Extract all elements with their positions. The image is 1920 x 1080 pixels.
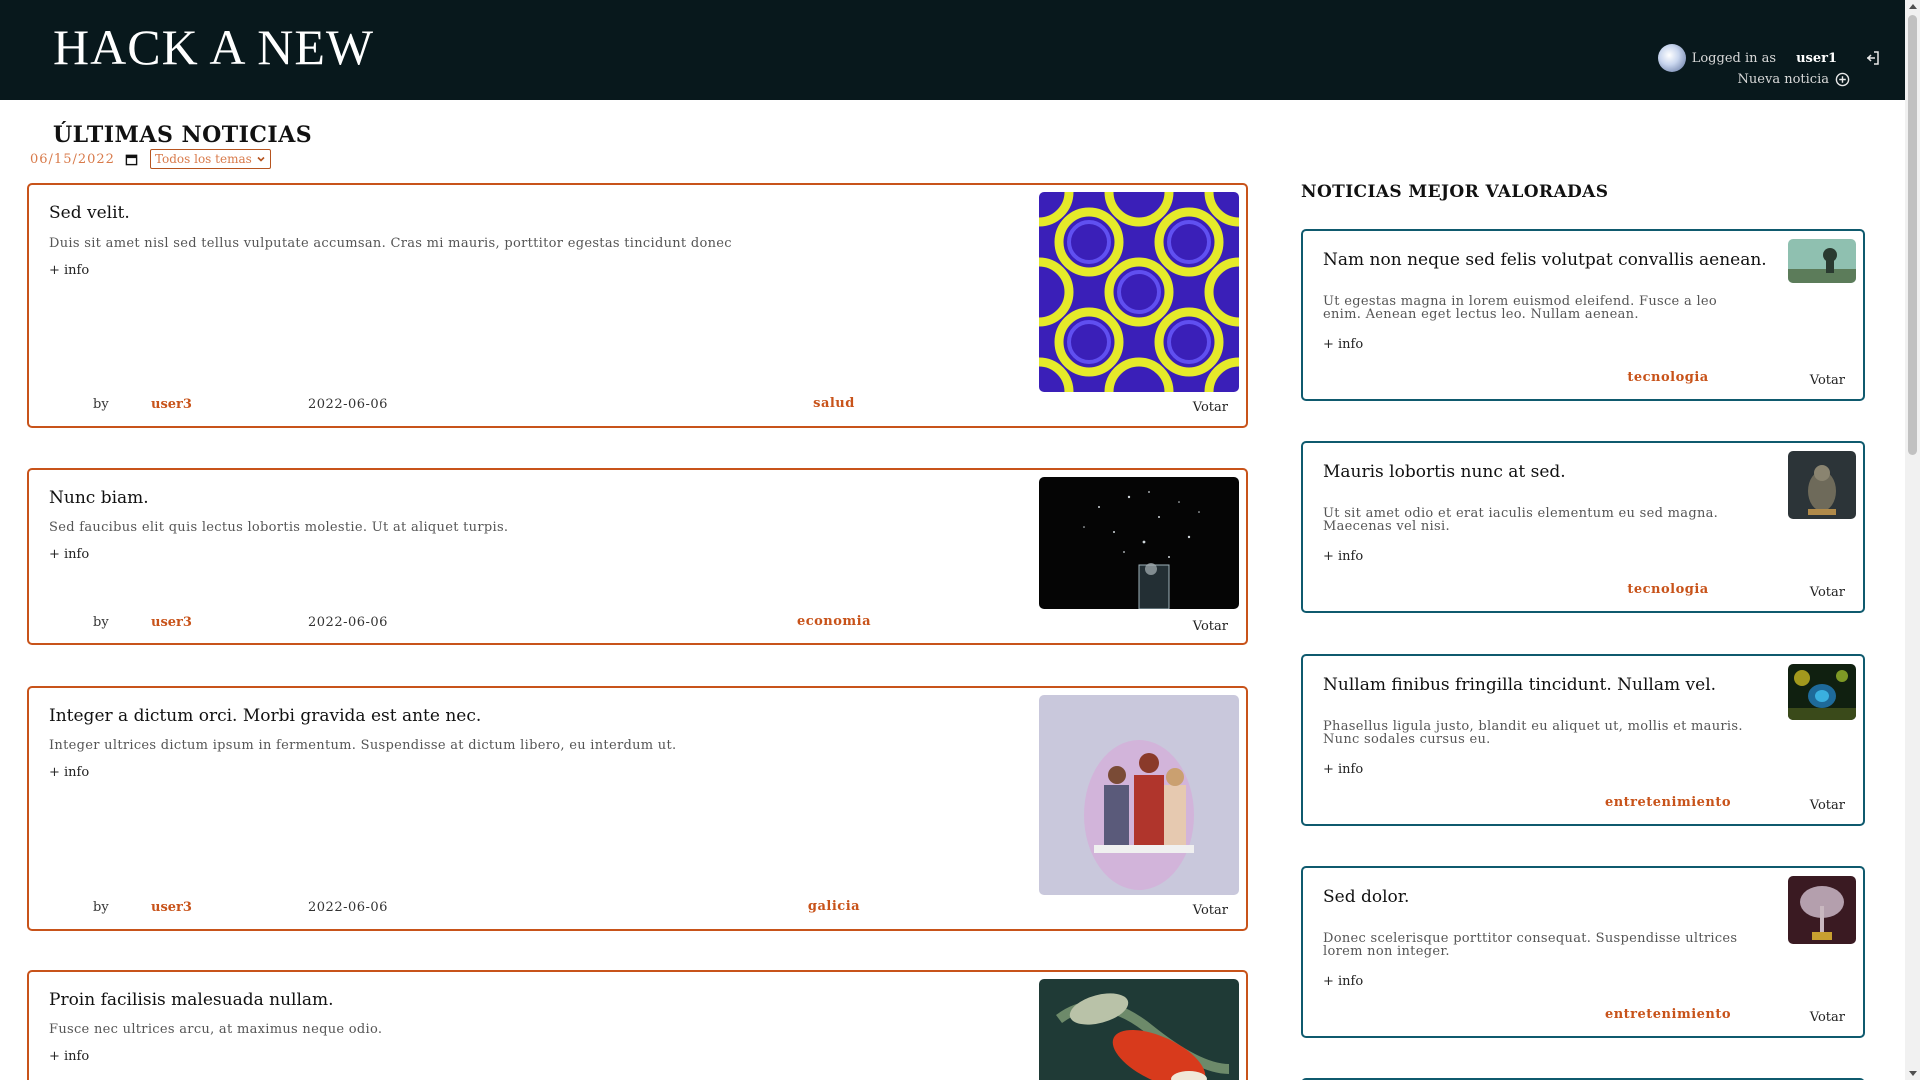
page-scrollbar[interactable] <box>1905 0 1920 1080</box>
user-info: Logged in as user1 <box>1657 44 1881 72</box>
news-topic[interactable]: salud <box>754 396 914 411</box>
vote-button[interactable]: Votar <box>1193 903 1228 918</box>
add-circle-icon <box>1835 72 1850 87</box>
site-logo[interactable]: HACK A NEW <box>53 18 374 76</box>
scrollbar-thumb[interactable] <box>1908 15 1917 455</box>
scroll-down-arrow[interactable] <box>1909 1071 1917 1076</box>
more-info-link[interactable]: + info <box>49 263 89 278</box>
more-info-link[interactable]: + info <box>1323 549 1363 564</box>
news-date: 2022-06-06 <box>308 900 388 915</box>
chevron-down-icon <box>257 156 265 162</box>
author-link[interactable]: user3 <box>151 397 192 412</box>
news-description: Duis sit amet nisl sed tellus vulputate … <box>49 236 732 251</box>
news-topic[interactable]: economia <box>754 614 914 629</box>
top-news-topic[interactable]: entretenimiento <box>1568 1007 1768 1022</box>
top-news-title[interactable]: Sed dolor. <box>1323 887 1409 907</box>
vote-button[interactable]: Votar <box>1810 373 1845 388</box>
vote-button[interactable]: Votar <box>1193 400 1228 415</box>
topic-filter-select[interactable]: Todos los temas <box>149 149 271 169</box>
news-date: 2022-06-06 <box>308 615 388 630</box>
news-title[interactable]: Nunc biam. <box>49 488 149 508</box>
top-news-description: Ut sit amet odio et erat iaculis element… <box>1323 506 1719 534</box>
date-filter-input[interactable]: 06/15/2022 <box>30 152 115 167</box>
author-prefix: by <box>93 397 109 412</box>
more-info-link[interactable]: + info <box>1323 974 1363 989</box>
top-news-topic[interactable]: tecnologia <box>1568 370 1768 385</box>
calendar-icon[interactable] <box>125 153 138 166</box>
news-card: Sed velit. Duis sit amet nisl sed tellus… <box>27 183 1248 428</box>
more-info-link[interactable]: + info <box>49 1049 89 1064</box>
new-news-link[interactable]: Nueva noticia <box>1738 72 1850 87</box>
author-link[interactable]: user3 <box>151 615 192 630</box>
top-news-card: Nam non neque sed felis volutpat convall… <box>1301 229 1865 401</box>
logout-icon[interactable] <box>1865 50 1881 66</box>
latest-news-title: ÚLTIMAS NOTICIAS <box>53 122 313 148</box>
top-news-image <box>1788 664 1856 720</box>
more-info-link[interactable]: + info <box>1323 762 1363 777</box>
news-image <box>1039 477 1239 609</box>
news-filters: 06/15/2022 Todos los temas <box>30 149 271 169</box>
news-title[interactable]: Sed velit. <box>49 203 130 223</box>
top-news-topic[interactable]: tecnologia <box>1568 582 1768 597</box>
news-title[interactable]: Integer a dictum orci. Morbi gravida est… <box>49 706 481 726</box>
author-prefix: by <box>93 900 109 915</box>
vote-button[interactable]: Votar <box>1810 798 1845 813</box>
scroll-up-arrow[interactable] <box>1909 4 1917 9</box>
vote-button[interactable]: Votar <box>1810 1010 1845 1025</box>
news-image <box>1039 192 1239 392</box>
logged-in-label: Logged in as <box>1691 50 1777 66</box>
top-news-card: Mauris lobortis nunc at sed. Ut sit amet… <box>1301 441 1865 613</box>
more-info-link[interactable]: + info <box>1323 337 1363 352</box>
news-topic[interactable]: galicia <box>754 899 914 914</box>
news-card: Proin facilisis malesuada nullam. Fusce … <box>27 970 1248 1080</box>
top-rated-title: NOTICIAS MEJOR VALORADAS <box>1301 182 1609 202</box>
top-news-title[interactable]: Nam non neque sed felis volutpat convall… <box>1323 250 1767 270</box>
top-news-card: Nullam finibus fringilla tincidunt. Null… <box>1301 654 1865 826</box>
news-image <box>1039 979 1239 1080</box>
author-prefix: by <box>93 615 109 630</box>
topic-filter-value: Todos los temas <box>154 152 252 166</box>
top-news-title[interactable]: Nullam finibus fringilla tincidunt. Null… <box>1323 675 1716 695</box>
news-description: Sed faucibus elit quis lectus lobortis m… <box>49 520 509 535</box>
more-info-link[interactable]: + info <box>49 547 89 562</box>
new-news-label: Nueva noticia <box>1737 72 1829 87</box>
news-date: 2022-06-06 <box>308 397 388 412</box>
top-header: HACK A NEW Logged in as user1 Nueva noti… <box>0 0 1905 100</box>
top-news-card: Sed dolor. Donec scelerisque porttitor c… <box>1301 866 1865 1038</box>
top-news-topic[interactable]: entretenimiento <box>1568 795 1768 810</box>
username-link[interactable]: user1 <box>1796 51 1837 66</box>
vote-button[interactable]: Votar <box>1193 619 1228 634</box>
vote-button[interactable]: Votar <box>1810 585 1845 600</box>
news-card: Nunc biam. Sed faucibus elit quis lectus… <box>27 468 1248 645</box>
top-news-description: Donec scelerisque porttitor consequat. S… <box>1323 931 1738 959</box>
top-news-title[interactable]: Mauris lobortis nunc at sed. <box>1323 462 1566 482</box>
author-link[interactable]: user3 <box>151 900 192 915</box>
news-card: Integer a dictum orci. Morbi gravida est… <box>27 686 1248 931</box>
user-avatar[interactable] <box>1657 44 1686 72</box>
news-image <box>1039 695 1239 895</box>
news-description: Fusce nec ultrices arcu, at maximus nequ… <box>49 1022 383 1037</box>
top-news-description: Phasellus ligula justo, blandit eu aliqu… <box>1323 719 1743 747</box>
top-news-description: Ut egestas magna in lorem euismod eleife… <box>1323 294 1718 322</box>
top-news-image <box>1788 239 1856 283</box>
news-title[interactable]: Proin facilisis malesuada nullam. <box>49 990 334 1010</box>
top-news-image <box>1788 451 1856 519</box>
more-info-link[interactable]: + info <box>49 765 89 780</box>
top-news-image <box>1788 876 1856 944</box>
news-description: Integer ultrices dictum ipsum in ferment… <box>49 738 677 753</box>
